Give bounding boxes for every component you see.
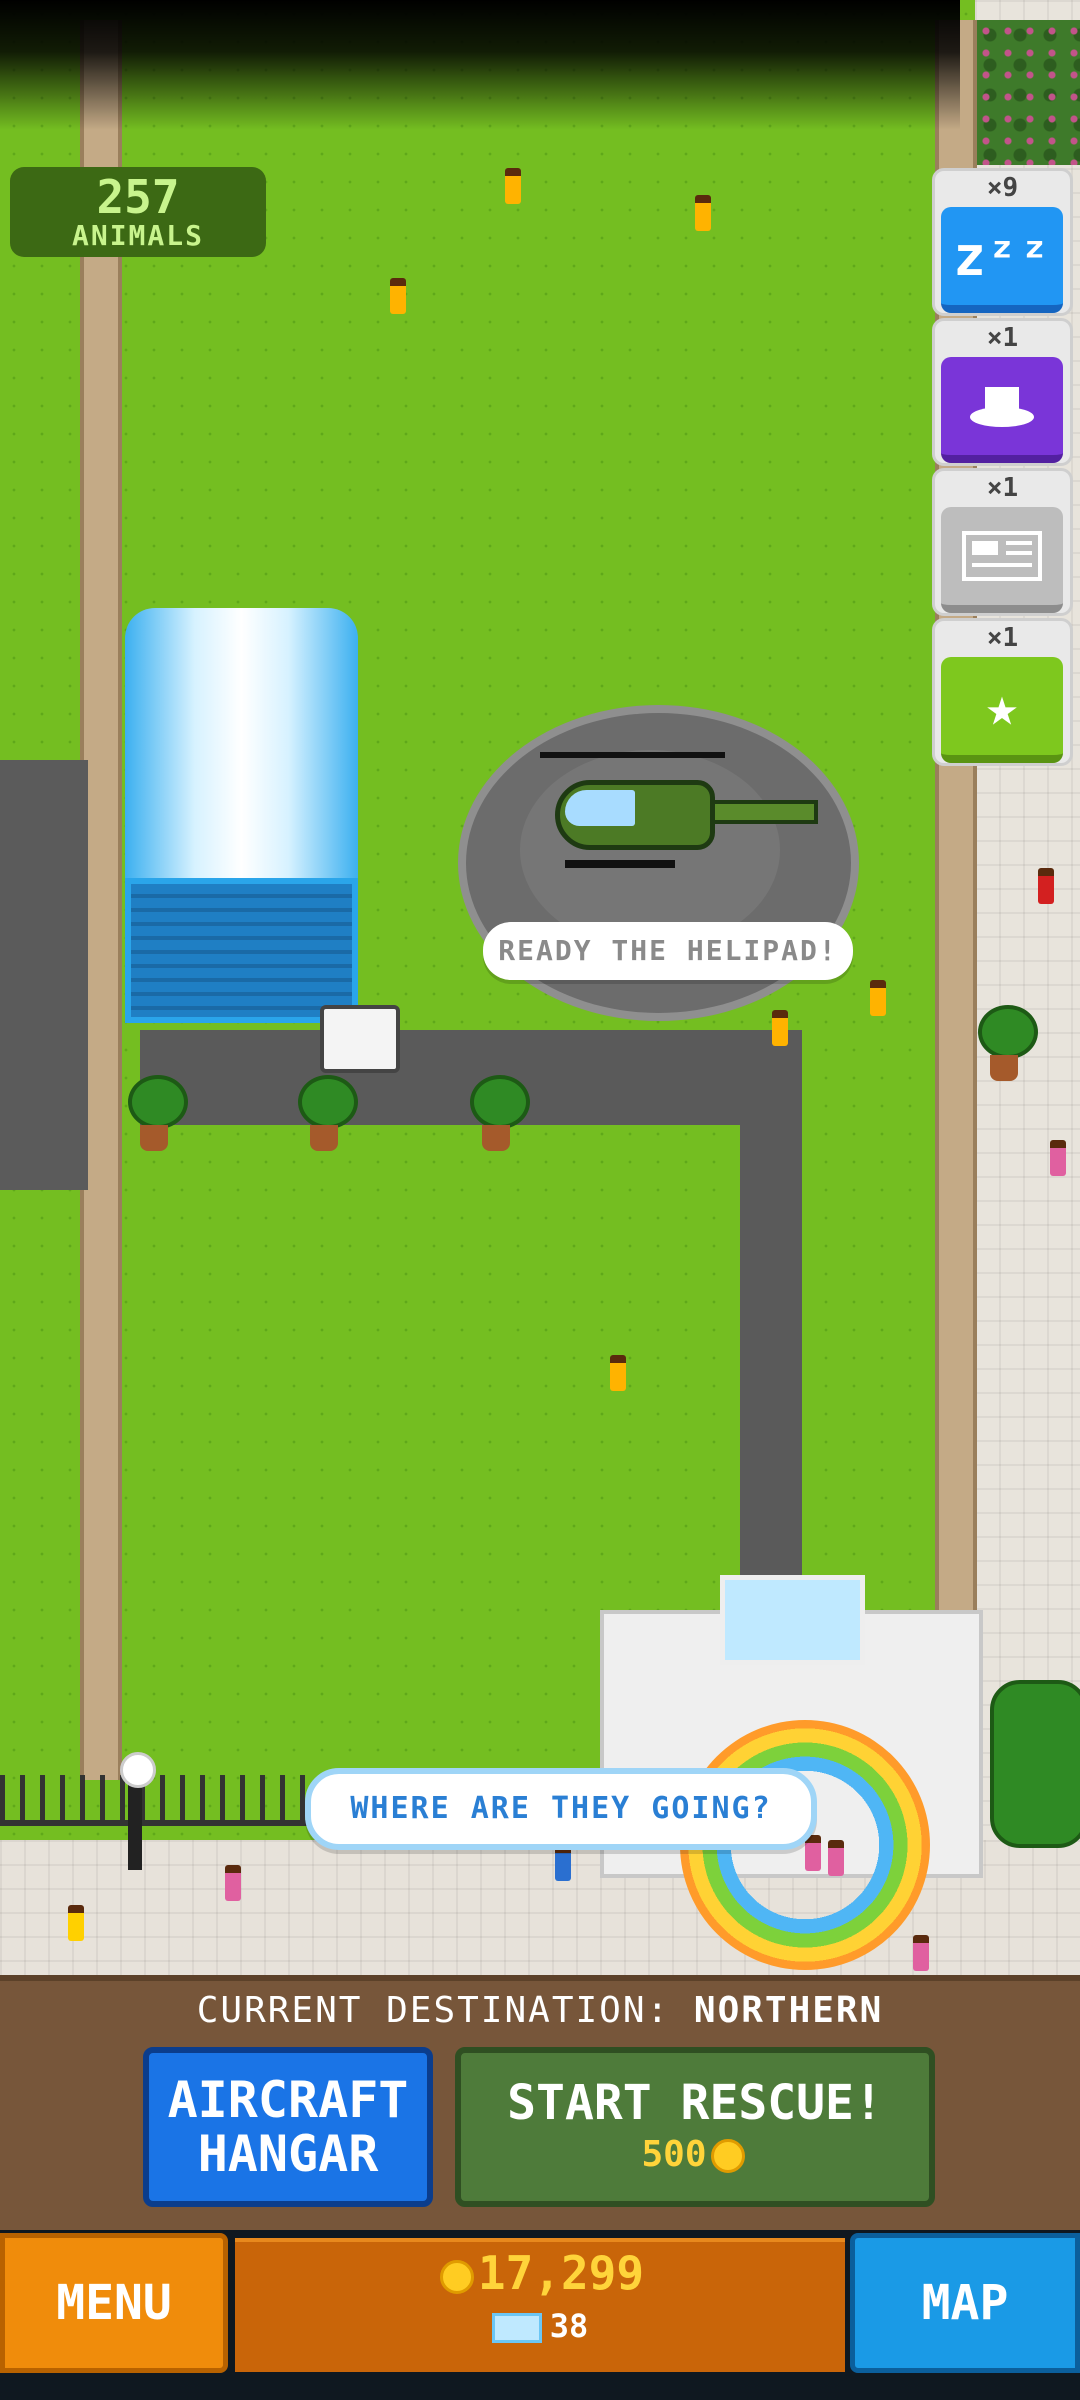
- newspaper-icon: [941, 507, 1063, 613]
- destination-label: CURRENT DESTINATION:: [196, 1990, 671, 2031]
- sleep-icon: zᶻᶻ: [941, 207, 1063, 313]
- tree-4: [978, 1005, 1038, 1081]
- powerup-hat[interactable]: ×1: [932, 318, 1073, 466]
- flower-hedge: [975, 20, 1080, 165]
- powerup-count: ×9: [986, 173, 1019, 203]
- powerup-count: ×1: [986, 473, 1019, 503]
- ambulance-van[interactable]: [320, 1005, 400, 1073]
- gems-value: 38: [549, 2307, 589, 2345]
- rescue-cost-value: 500: [641, 2134, 707, 2175]
- rescue-cost: 500: [461, 2131, 929, 2179]
- bushes: [990, 1680, 1080, 1848]
- coin-icon: [439, 2259, 474, 2294]
- helicopter-rotor: [540, 752, 725, 758]
- map-button[interactable]: MAP: [850, 2233, 1080, 2373]
- aircraft-hangar-building[interactable]: [125, 608, 358, 1023]
- visitor: [505, 168, 521, 204]
- visitor: [68, 1905, 84, 1941]
- powerup-star[interactable]: ×1 ★: [932, 618, 1073, 766]
- control-tower: [720, 1575, 865, 1665]
- ticket-icon: [491, 2313, 542, 2343]
- visitor: [1050, 1140, 1066, 1176]
- hangar-roof: [125, 608, 358, 878]
- gems-display: 38: [235, 2304, 845, 2348]
- menu-button[interactable]: MENU: [0, 2233, 228, 2373]
- powerup-sleep[interactable]: ×9 zᶻᶻ: [932, 168, 1073, 316]
- coin-icon: [710, 2139, 745, 2173]
- hangar-button-line2: HANGAR: [197, 2125, 379, 2183]
- visitor: [225, 1865, 241, 1901]
- powerup-count: ×1: [986, 623, 1019, 653]
- currency-display: 17,299 38: [235, 2238, 845, 2372]
- visitor: [913, 1935, 929, 1971]
- visitor: [555, 1845, 571, 1881]
- tree-2: [298, 1075, 358, 1151]
- coins-display: 17,299: [235, 2242, 845, 2304]
- visitor: [390, 278, 406, 314]
- visitor: [610, 1355, 626, 1391]
- helipad-speech-bubble[interactable]: READY THE HELIPAD!: [483, 922, 853, 980]
- hangar-button-line1: AIRCRAFT: [167, 2071, 409, 2129]
- visitor: [828, 1840, 844, 1876]
- helicopter-window: [565, 790, 635, 826]
- park-fence: [0, 1775, 320, 1826]
- current-destination: CURRENT DESTINATION: NORTHERN: [0, 1990, 1080, 2031]
- rainbow-speech-bubble[interactable]: WHERE ARE THEY GOING?: [305, 1768, 817, 1850]
- destination-value: NORTHERN: [693, 1990, 884, 2031]
- start-rescue-button[interactable]: START RESCUE! 500: [455, 2047, 935, 2207]
- hangar-door: [125, 878, 358, 1023]
- animals-label: ANIMALS: [71, 219, 204, 252]
- hat-icon: [941, 357, 1063, 463]
- visitor: [695, 195, 711, 231]
- tarmac-left: [0, 760, 88, 1190]
- helicopter-skid: [565, 860, 675, 868]
- powerup-count: ×1: [986, 323, 1019, 353]
- powerup-newspaper[interactable]: ×1: [932, 468, 1073, 616]
- visitor: [805, 1835, 821, 1871]
- star-icon: ★: [941, 657, 1063, 763]
- coins-value: 17,299: [477, 2246, 645, 2300]
- road-vertical: [740, 1030, 802, 1630]
- visitor: [772, 1010, 788, 1046]
- aircraft-hangar-button[interactable]: AIRCRAFT HANGAR: [143, 2047, 433, 2207]
- visitor: [1038, 868, 1054, 904]
- top-shade: [0, 0, 960, 130]
- lamp-bulb: [120, 1752, 156, 1788]
- animals-count: 257: [96, 170, 180, 224]
- start-rescue-label: START RESCUE!: [507, 2075, 883, 2131]
- visitor: [870, 980, 886, 1016]
- animals-counter[interactable]: 257 ANIMALS: [10, 167, 266, 257]
- tree-3: [470, 1075, 530, 1151]
- tree-1: [128, 1075, 188, 1151]
